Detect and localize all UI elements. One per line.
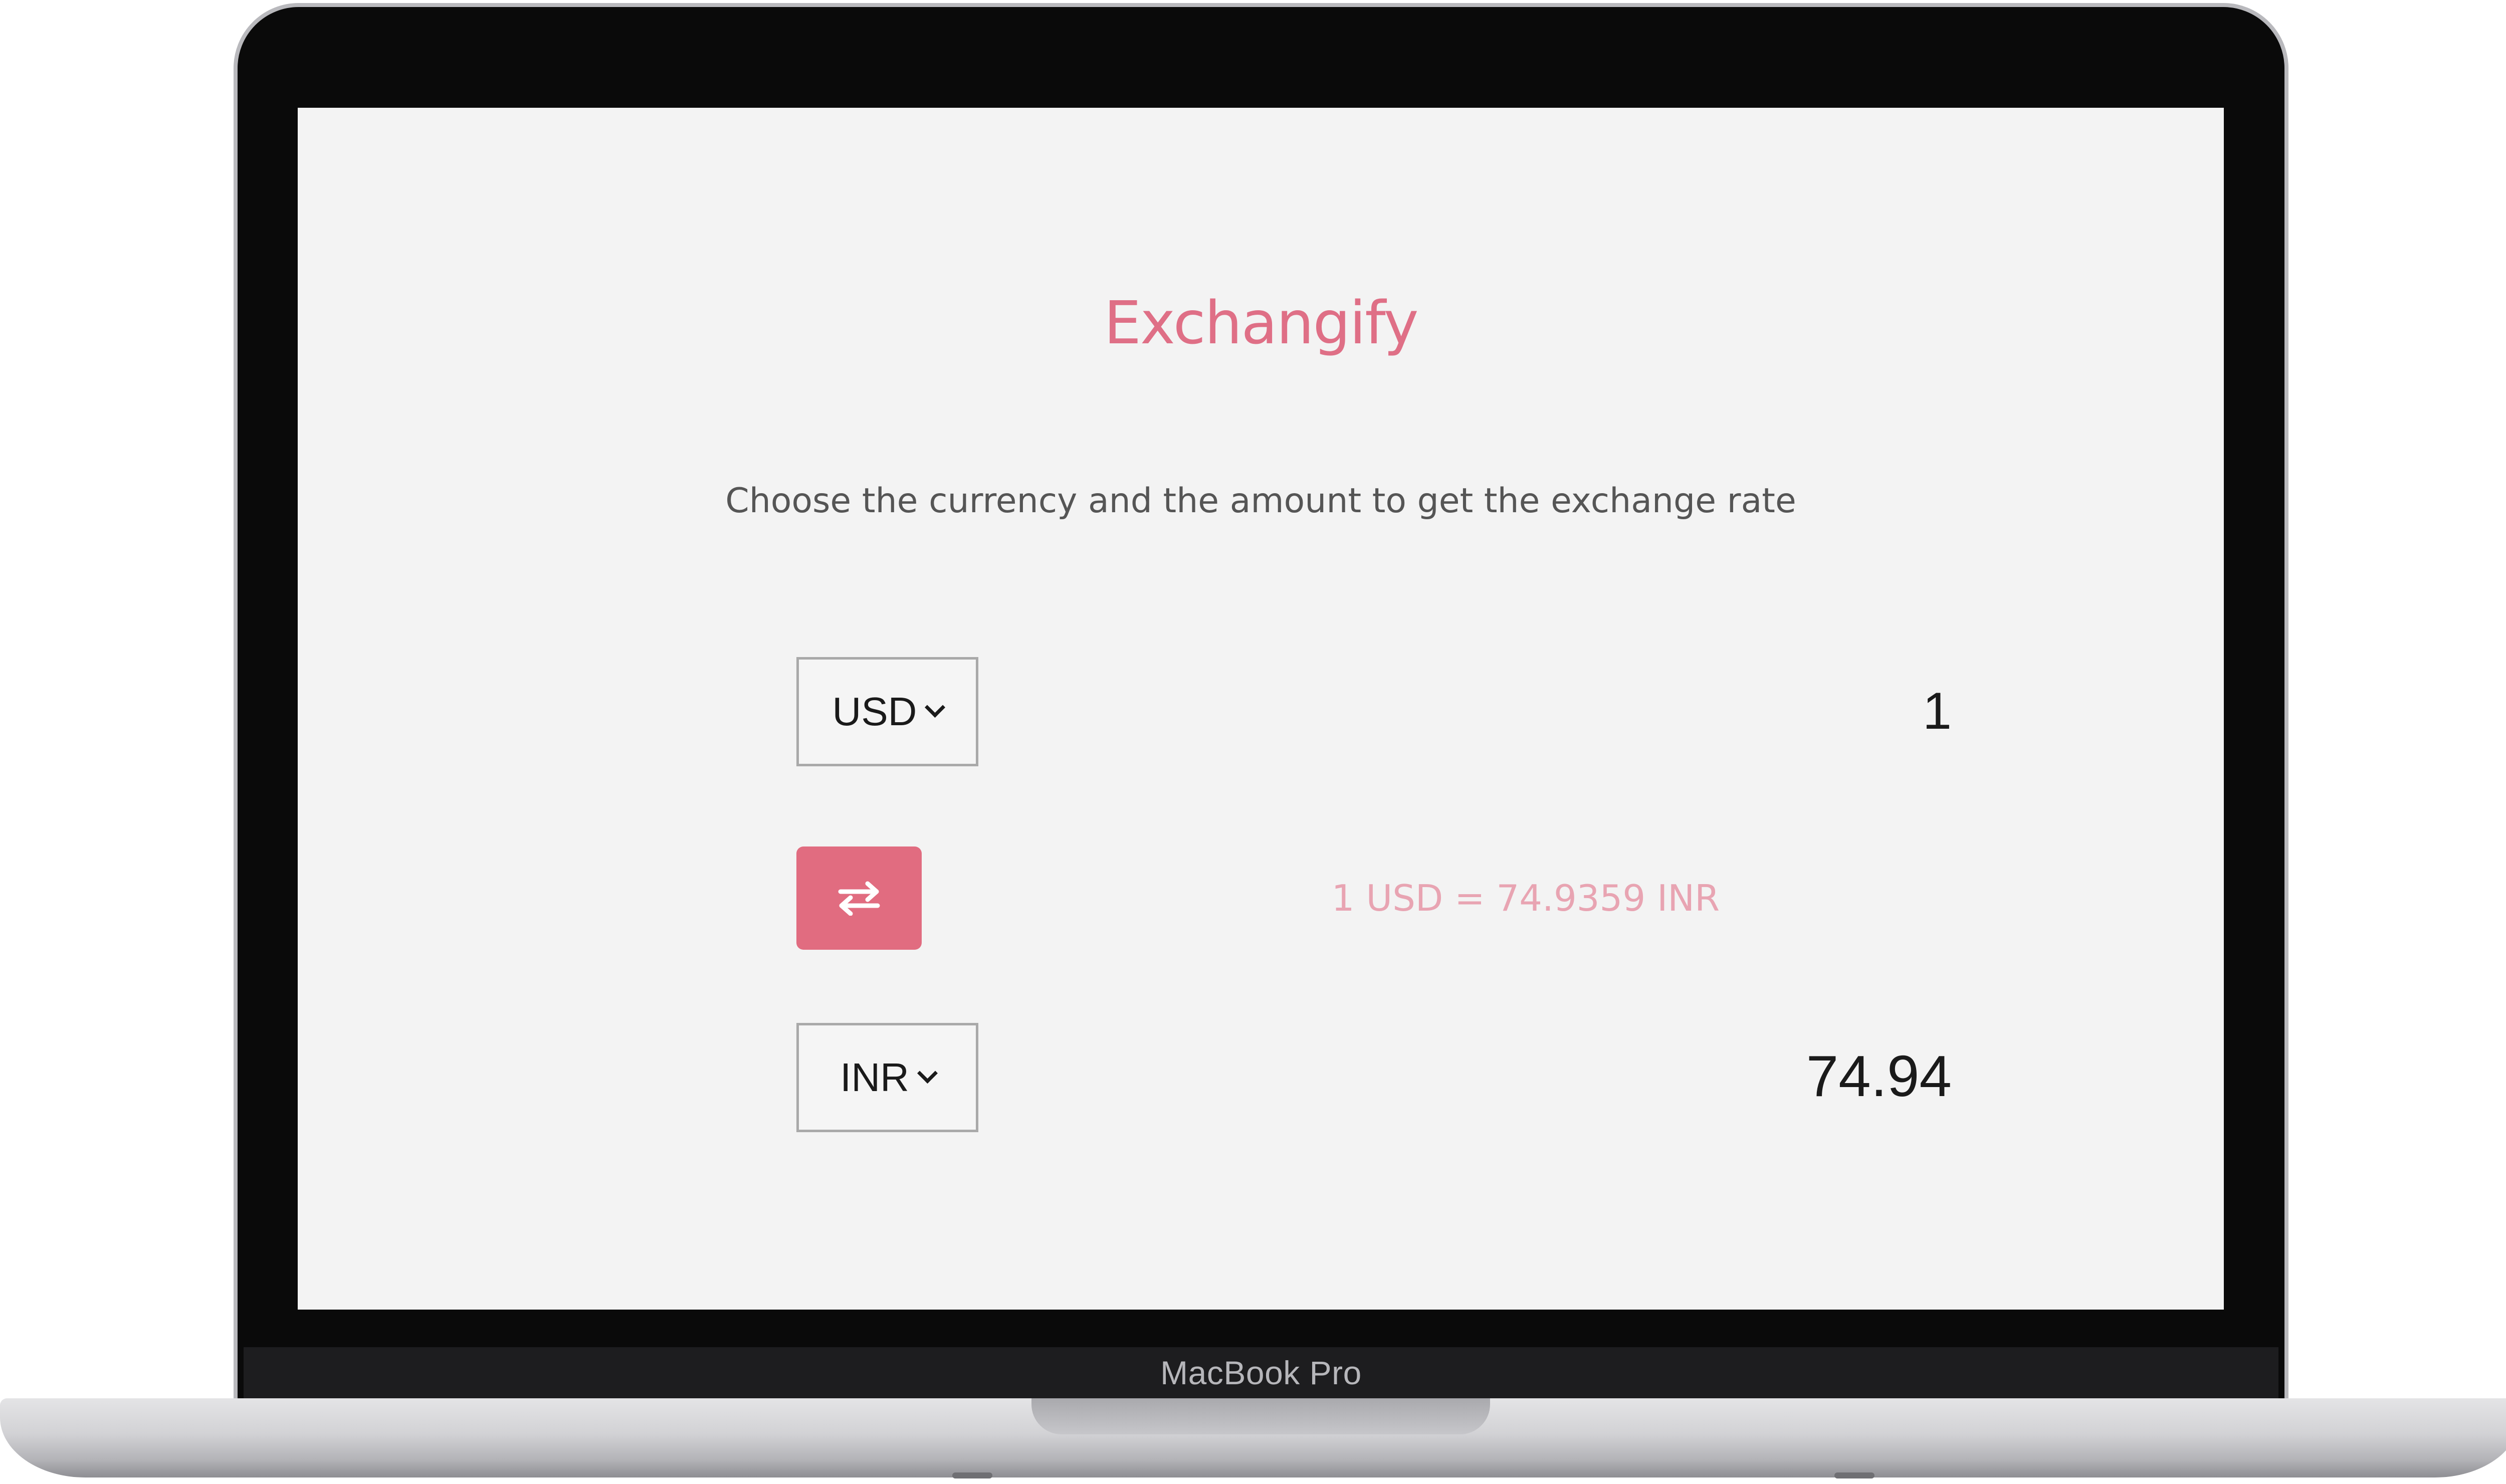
chevron-down-icon	[917, 1063, 938, 1084]
exchange-rate-text: 1 USD = 74.9359 INR	[1331, 877, 1720, 919]
chevron-down-icon	[925, 697, 946, 718]
from-currency-select[interactable]: USD	[796, 657, 978, 766]
to-amount-output: 74.94	[1806, 1043, 1952, 1109]
app-title: Exchangify	[1104, 288, 1418, 357]
laptop-chin: MacBook Pro	[244, 1347, 2278, 1398]
to-currency-select[interactable]: INR	[796, 1023, 978, 1132]
swap-button[interactable]	[796, 846, 922, 950]
from-amount-input[interactable]: 1	[1400, 682, 1952, 741]
app-subtitle: Choose the currency and the amount to ge…	[725, 481, 1796, 521]
to-currency-label: INR	[840, 1055, 909, 1100]
device-label: MacBook Pro	[1160, 1354, 1362, 1391]
laptop-foot	[1834, 1472, 1874, 1478]
laptop-mockup: Exchangify Choose the currency and the a…	[0, 0, 2506, 1484]
swap-arrows-icon	[838, 881, 880, 916]
from-currency-label: USD	[832, 689, 917, 734]
app-screen: Exchangify Choose the currency and the a…	[298, 108, 2224, 1310]
laptop-notch	[1031, 1398, 1490, 1434]
laptop-foot	[952, 1472, 992, 1478]
